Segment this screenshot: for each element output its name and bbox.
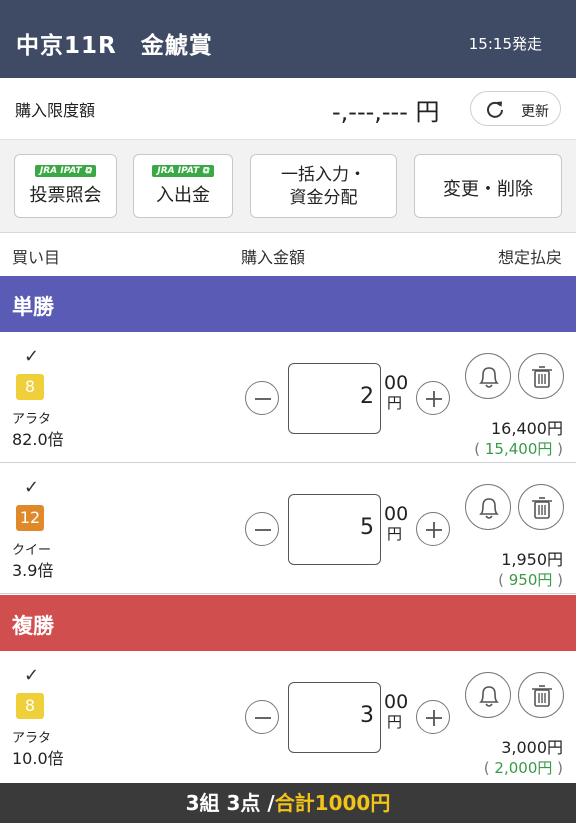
increment-button[interactable] — [416, 381, 450, 415]
delete-button[interactable] — [518, 353, 564, 399]
bell-icon — [479, 686, 499, 707]
amount-yen: 円 — [387, 394, 403, 412]
horse-name: クイー — [12, 543, 52, 558]
horse-number-badge: 12 — [16, 505, 44, 531]
bell-icon — [479, 498, 499, 519]
bulk-input-label-line1: 一括入力・ — [281, 165, 366, 185]
section-win: 単勝 — [0, 276, 576, 332]
delete-button[interactable] — [518, 672, 564, 718]
section-place-label: 複勝 — [12, 614, 54, 638]
summary-total: 合計1000円 — [274, 791, 391, 815]
vote-inquiry-button[interactable]: JRA IPAT ⧉ 投票照会 — [14, 154, 117, 218]
horse-number-badge: 8 — [16, 693, 44, 719]
column-header: 買い目 購入金額 想定払戻 — [0, 233, 576, 276]
check-icon: ✓ — [24, 477, 40, 498]
check-icon: ✓ — [24, 665, 40, 686]
amount-value: 5 — [360, 515, 374, 540]
estimated-profit: ( 950円 ) — [498, 569, 563, 590]
edit-delete-button[interactable]: 変更・削除 — [414, 154, 562, 218]
purchase-limit-label: 購入限度額 — [15, 101, 96, 120]
horse-name: アラタ — [12, 731, 52, 746]
delete-button[interactable] — [518, 484, 564, 530]
bulk-input-button[interactable]: 一括入力・ 資金分配 — [250, 154, 397, 218]
decrement-button[interactable] — [245, 512, 279, 546]
plus-icon — [426, 522, 442, 538]
minus-icon — [255, 398, 271, 400]
decrement-button[interactable] — [245, 381, 279, 415]
trash-icon — [532, 366, 552, 388]
post-time: 15:15発走 — [468, 35, 542, 53]
horse-number-badge: 8 — [16, 374, 44, 400]
odds: 82.0倍 — [12, 430, 64, 449]
odds: 10.0倍 — [12, 749, 64, 768]
notify-button[interactable] — [465, 484, 511, 530]
paren-open: ( — [498, 571, 509, 589]
minus-icon — [255, 717, 271, 719]
notify-button[interactable] — [465, 672, 511, 718]
plus-icon — [426, 710, 442, 726]
refresh-button[interactable]: 更新 — [470, 91, 561, 126]
profit-value: 2,000円 — [494, 759, 553, 777]
purchase-limit-row: 購入限度額 -,---,--- 円 更新 — [0, 78, 576, 140]
horse-name: アラタ — [12, 412, 52, 427]
paren-close: ) — [552, 440, 563, 458]
amount-suffix: 00 — [384, 691, 409, 713]
bet-row: ✓ 8 アラタ 10.0倍 3 00 円 3,000円 ( 2,000円 ) — [0, 651, 576, 782]
decrement-button[interactable] — [245, 700, 279, 734]
race-header: 中京11R 金鯱賞 15:15発走 — [0, 0, 576, 78]
profit-value: 15,400円 — [484, 440, 553, 458]
summary-count: 3組 3点 / — [185, 791, 275, 815]
amount-input[interactable]: 3 — [288, 682, 381, 753]
plus-icon — [426, 391, 442, 407]
increment-button[interactable] — [416, 700, 450, 734]
estimated-payout: 1,950円 — [501, 550, 563, 569]
estimated-payout: 3,000円 — [501, 738, 563, 757]
amount-suffix: 00 — [384, 372, 409, 394]
deposit-withdraw-label: 入出金 — [156, 185, 210, 206]
jra-ipat-badge: JRA IPAT ⧉ — [34, 165, 97, 177]
amount-suffix: 00 — [384, 503, 409, 525]
profit-value: 950円 — [508, 571, 553, 589]
minus-icon — [255, 529, 271, 531]
notify-button[interactable] — [465, 353, 511, 399]
jra-ipat-badge: JRA IPAT ⧉ — [152, 165, 214, 177]
increment-button[interactable] — [416, 512, 450, 546]
check-icon: ✓ — [24, 346, 40, 367]
refresh-icon — [487, 101, 503, 118]
amount-value: 3 — [360, 703, 374, 728]
trash-icon — [532, 497, 552, 519]
section-win-label: 単勝 — [12, 295, 54, 319]
paren-close: ) — [552, 759, 563, 777]
purchase-summary-bar: 3組 3点 /合計1000円 — [0, 783, 576, 823]
amount-input[interactable]: 5 — [288, 494, 381, 565]
bulk-input-label-line2: 資金分配 — [289, 188, 358, 208]
edit-delete-label: 変更・削除 — [443, 179, 533, 200]
estimated-profit: ( 15,400円 ) — [474, 438, 563, 459]
bet-row: ✓ 12 クイー 3.9倍 5 00 円 1,950円 ( 950円 ) — [0, 463, 576, 594]
refresh-label: 更新 — [521, 104, 549, 120]
paren-open: ( — [483, 759, 495, 777]
bet-row: ✓ 8 アラタ 82.0倍 2 00 円 16,400円 ( 15,400円 ) — [0, 332, 576, 463]
amount-input[interactable]: 2 — [288, 363, 381, 434]
vote-inquiry-label: 投票照会 — [29, 185, 102, 206]
action-button-row: JRA IPAT ⧉ 投票照会 JRA IPAT ⧉ 入出金 一括入力・ 資金分… — [0, 140, 576, 233]
paren-close: ) — [552, 571, 563, 589]
column-bet: 買い目 — [12, 248, 61, 267]
odds: 3.9倍 — [12, 561, 54, 580]
amount-value: 2 — [360, 384, 374, 409]
purchase-limit-amount: -,---,--- 円 — [332, 98, 440, 126]
bell-icon — [479, 367, 499, 388]
column-amount: 購入金額 — [241, 248, 306, 267]
race-title: 中京11R 金鯱賞 — [16, 33, 213, 59]
trash-icon — [532, 685, 552, 707]
amount-yen: 円 — [387, 713, 403, 731]
column-payout: 想定払戻 — [497, 248, 562, 267]
deposit-withdraw-button[interactable]: JRA IPAT ⧉ 入出金 — [133, 154, 233, 218]
estimated-payout: 16,400円 — [491, 419, 563, 438]
section-place: 複勝 — [0, 595, 576, 651]
paren-open: ( — [474, 440, 485, 458]
amount-yen: 円 — [387, 525, 403, 543]
estimated-profit: ( 2,000円 ) — [484, 757, 563, 778]
